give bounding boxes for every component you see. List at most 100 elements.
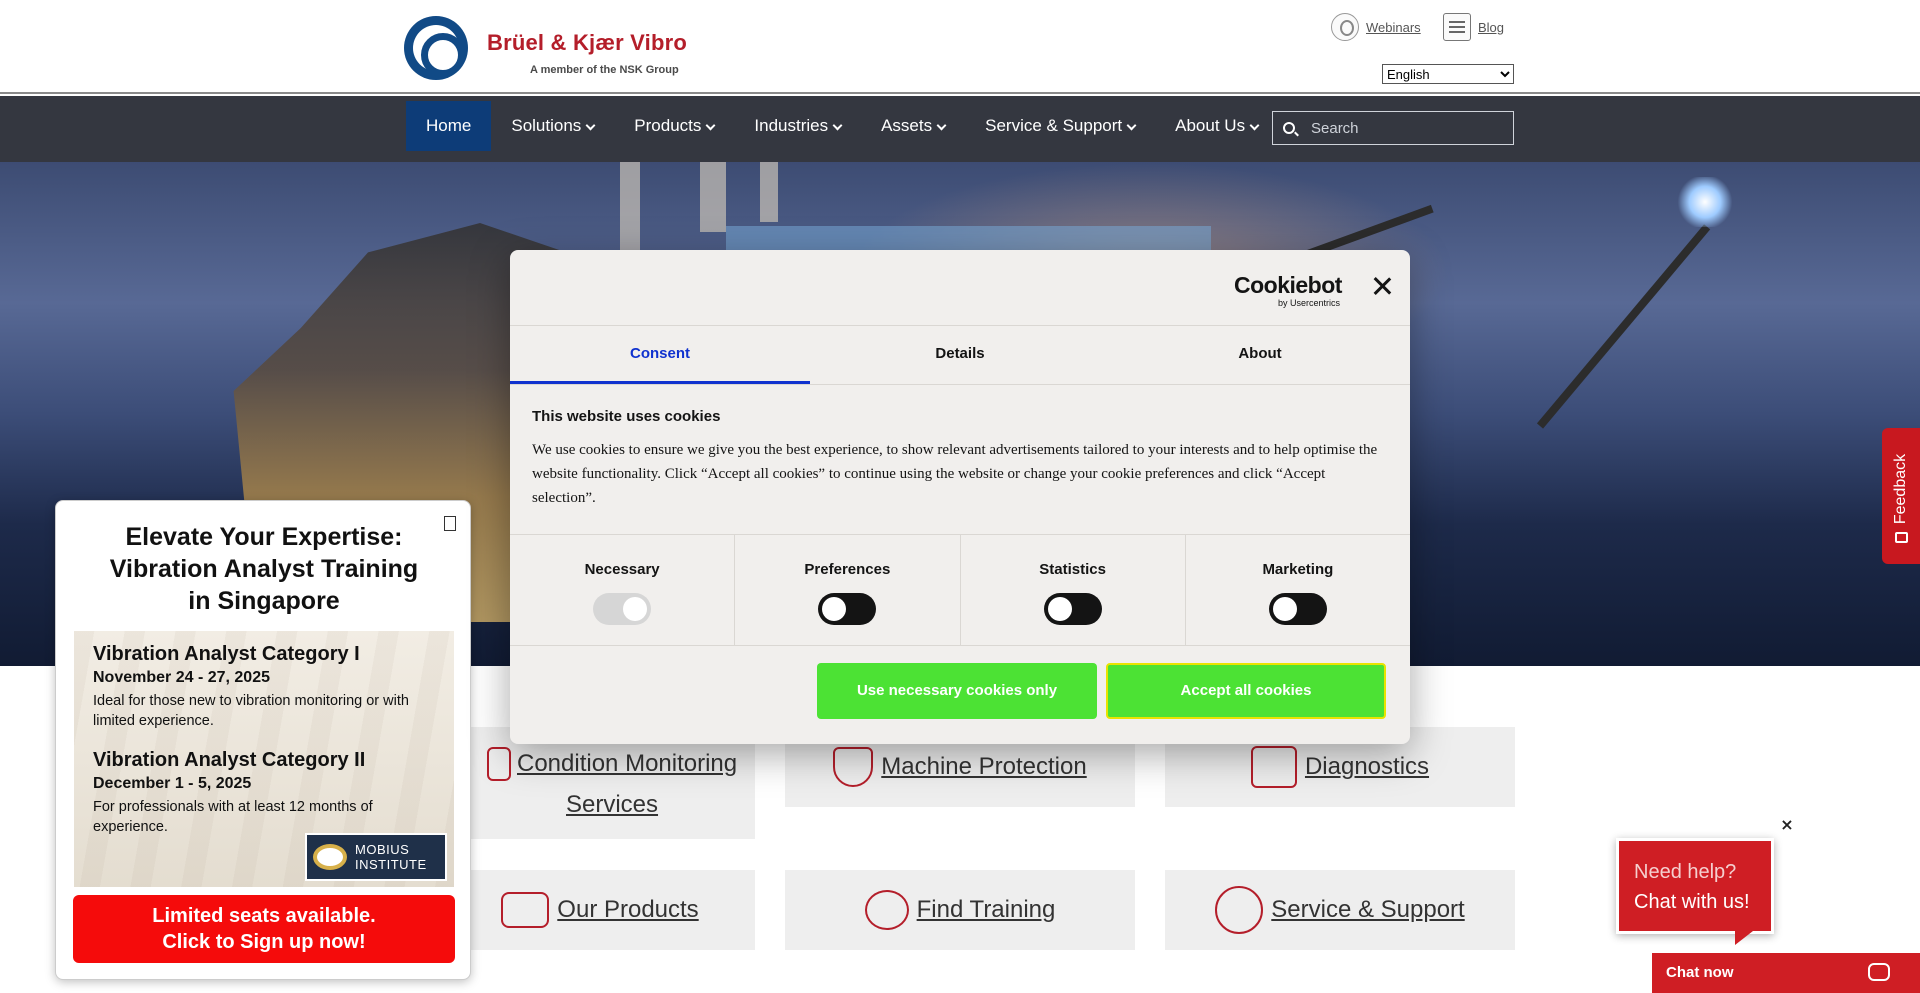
webinars-link-group[interactable]: Webinars: [1331, 13, 1421, 41]
category-statistics: Statistics: [961, 535, 1186, 645]
hero-chimney: [620, 162, 640, 252]
cookie-tabs: Consent Details About: [510, 326, 1410, 384]
statistics-toggle[interactable]: [1043, 593, 1102, 625]
course-description: Ideal for those new to vibration monitor…: [93, 693, 409, 729]
necessary-toggle: [593, 593, 652, 625]
nav-item-products[interactable]: Products: [614, 101, 734, 151]
divider: [510, 384, 1410, 385]
cookie-categories: Necessary Preferences Statistics Marketi…: [510, 534, 1410, 646]
chat-now-label: Chat now: [1666, 964, 1734, 981]
use-necessary-cookies-button[interactable]: Use necessary cookies only: [817, 663, 1097, 719]
chevron-down-icon: [705, 120, 716, 130]
search-input[interactable]: [1309, 118, 1509, 138]
course-date: November 24 - 27, 2025: [93, 669, 270, 686]
signup-button[interactable]: Limited seats available. Click to Sign u…: [73, 895, 455, 963]
category-marketing: Marketing: [1186, 535, 1410, 645]
nav-label: About Us: [1175, 116, 1246, 135]
tile-label: Condition Monitoring: [517, 750, 738, 777]
popup-title-line: Elevate Your Expertise:: [125, 523, 403, 551]
feedback-label: Feedback: [1892, 453, 1909, 525]
course-category-1: Vibration Analyst Category I November 24…: [93, 643, 433, 731]
webinars-link[interactable]: Webinars: [1366, 20, 1421, 35]
course-date: December 1 - 5, 2025: [93, 775, 252, 792]
marketing-toggle[interactable]: [1268, 593, 1327, 625]
signup-line: Click to Sign up now!: [162, 931, 366, 953]
chevron-down-icon: [1249, 120, 1260, 130]
chat-bubble-close-icon[interactable]: ×: [1778, 816, 1796, 834]
course-name: Vibration Analyst Category II: [93, 749, 366, 771]
hero-chimney: [700, 162, 726, 232]
nav-item-home[interactable]: Home: [406, 101, 492, 151]
category-label: Marketing: [1262, 561, 1334, 578]
tile-label: Machine Protection: [881, 753, 1087, 780]
webinar-icon: [1331, 13, 1359, 41]
cookie-heading: This website uses cookies: [532, 408, 721, 425]
nav-item-industries[interactable]: Industries: [734, 101, 861, 151]
tab-consent[interactable]: Consent: [510, 326, 810, 384]
chevron-down-icon: [832, 120, 843, 130]
hero-gas-flare: [1675, 177, 1735, 227]
product-icon: [501, 892, 550, 928]
popup-course-image[interactable]: Vibration Analyst Category I November 24…: [74, 631, 454, 887]
cookie-consent-dialog: Cookiebot by Usercentrics Consent Detail…: [510, 250, 1410, 744]
nav-item-solutions[interactable]: Solutions: [491, 101, 614, 151]
logo-mark: [404, 16, 468, 80]
tab-details[interactable]: Details: [810, 326, 1110, 384]
nav-item-assets[interactable]: Assets: [861, 101, 965, 151]
cookiebot-logo: Cookiebot by Usercentrics: [1234, 272, 1344, 308]
training-popup: Elevate Your Expertise: Vibration Analys…: [55, 500, 471, 980]
category-label: Necessary: [584, 561, 660, 578]
tab-about[interactable]: About: [1110, 326, 1410, 384]
main-navigation: Home Solutions Products Industries Asset…: [0, 96, 1920, 162]
shield-icon: [833, 747, 874, 787]
mobius-institute-logo: MOBIUS INSTITUTE: [305, 833, 447, 881]
waveform-icon: [1250, 746, 1297, 788]
feedback-tab[interactable]: Feedback: [1882, 428, 1920, 564]
nav-label: Products: [634, 116, 702, 135]
search-box[interactable]: [1272, 111, 1514, 145]
tile-our-products[interactable]: Our Products: [445, 870, 755, 950]
popup-title-line: in Singapore: [188, 587, 340, 615]
blog-icon: [1443, 13, 1471, 41]
nav-item-service-support[interactable]: Service & Support: [965, 101, 1155, 151]
mobius-text: MOBIUS INSTITUTE: [355, 842, 427, 872]
cookiebot-logo-sub: by Usercentrics: [1277, 298, 1340, 308]
brand-name: Brüel & Kjær Vibro: [487, 30, 688, 55]
blog-link-group[interactable]: Blog: [1443, 13, 1504, 41]
accept-all-cookies-button[interactable]: Accept all cookies: [1106, 663, 1386, 719]
course-category-2: Vibration Analyst Category II December 1…: [93, 749, 433, 837]
category-necessary: Necessary: [510, 535, 736, 645]
nav-label: Industries: [754, 116, 829, 135]
nav-label: Assets: [881, 116, 933, 135]
feedback-icon: [1895, 532, 1908, 543]
company-logo[interactable]: Brüel & Kjær Vibro A member of the NSK G…: [404, 16, 724, 80]
mobius-line: MOBIUS: [355, 842, 410, 857]
chat-icon: [1868, 963, 1890, 981]
cookiebot-logo-text: Cookiebot: [1234, 272, 1342, 298]
nav-item-about-us[interactable]: About Us: [1155, 101, 1278, 151]
monitoring-icon: [487, 747, 511, 781]
hero-flare-boom: [1536, 224, 1711, 429]
tile-service-support[interactable]: Service & Support: [1165, 870, 1515, 950]
chat-now-bar[interactable]: Chat now: [1652, 953, 1920, 993]
tile-find-training[interactable]: Find Training: [785, 870, 1135, 950]
nav-label: Solutions: [511, 116, 582, 135]
chevron-down-icon: [585, 120, 596, 130]
mobius-line: INSTITUTE: [355, 857, 427, 872]
tile-line: Condition Monitoring: [487, 747, 737, 781]
language-select[interactable]: English: [1382, 64, 1514, 84]
category-preferences: Preferences: [735, 535, 961, 645]
close-icon[interactable]: [1372, 276, 1392, 296]
chat-invite-bubble[interactable]: Need help? Chat with us!: [1616, 838, 1774, 945]
tile-label-cont: Services: [566, 791, 659, 818]
course-description: For professionals with at least 12 month…: [93, 799, 373, 835]
popup-title-line: Vibration Analyst Training: [109, 555, 419, 583]
mobius-ring-icon: [313, 844, 347, 870]
preferences-toggle[interactable]: [818, 593, 877, 625]
nav-label: Service & Support: [985, 116, 1123, 135]
chat-invite-line: Chat with us!: [1634, 891, 1750, 913]
people-icon: [864, 890, 909, 930]
cookie-description: We use cookies to ensure we give you the…: [532, 442, 1378, 506]
blog-link[interactable]: Blog: [1478, 20, 1504, 35]
hero-chimney: [760, 162, 778, 222]
